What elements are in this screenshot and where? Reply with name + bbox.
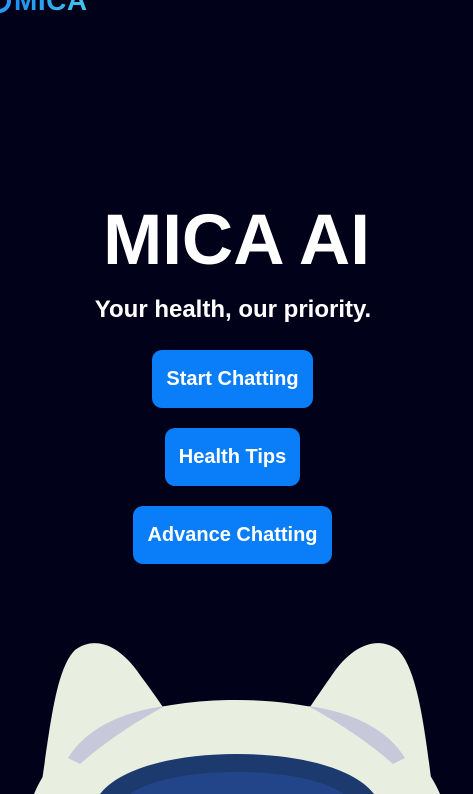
- site-logo[interactable]: MICA: [0, 0, 88, 16]
- hero-title: MICA AI: [103, 201, 370, 280]
- landing-page: MICA MICA AI Your health, our priority. …: [0, 0, 473, 794]
- health-tips-button[interactable]: Health Tips: [165, 428, 300, 486]
- hero-tagline: Your health, our priority.: [94, 296, 372, 323]
- mica-logo-icon: [0, 0, 11, 13]
- robot-mascot-icon: [34, 643, 440, 794]
- advance-chatting-button[interactable]: Advance Chatting: [133, 506, 332, 564]
- start-chatting-button[interactable]: Start Chatting: [152, 350, 313, 408]
- logo-text: MICA: [14, 0, 88, 17]
